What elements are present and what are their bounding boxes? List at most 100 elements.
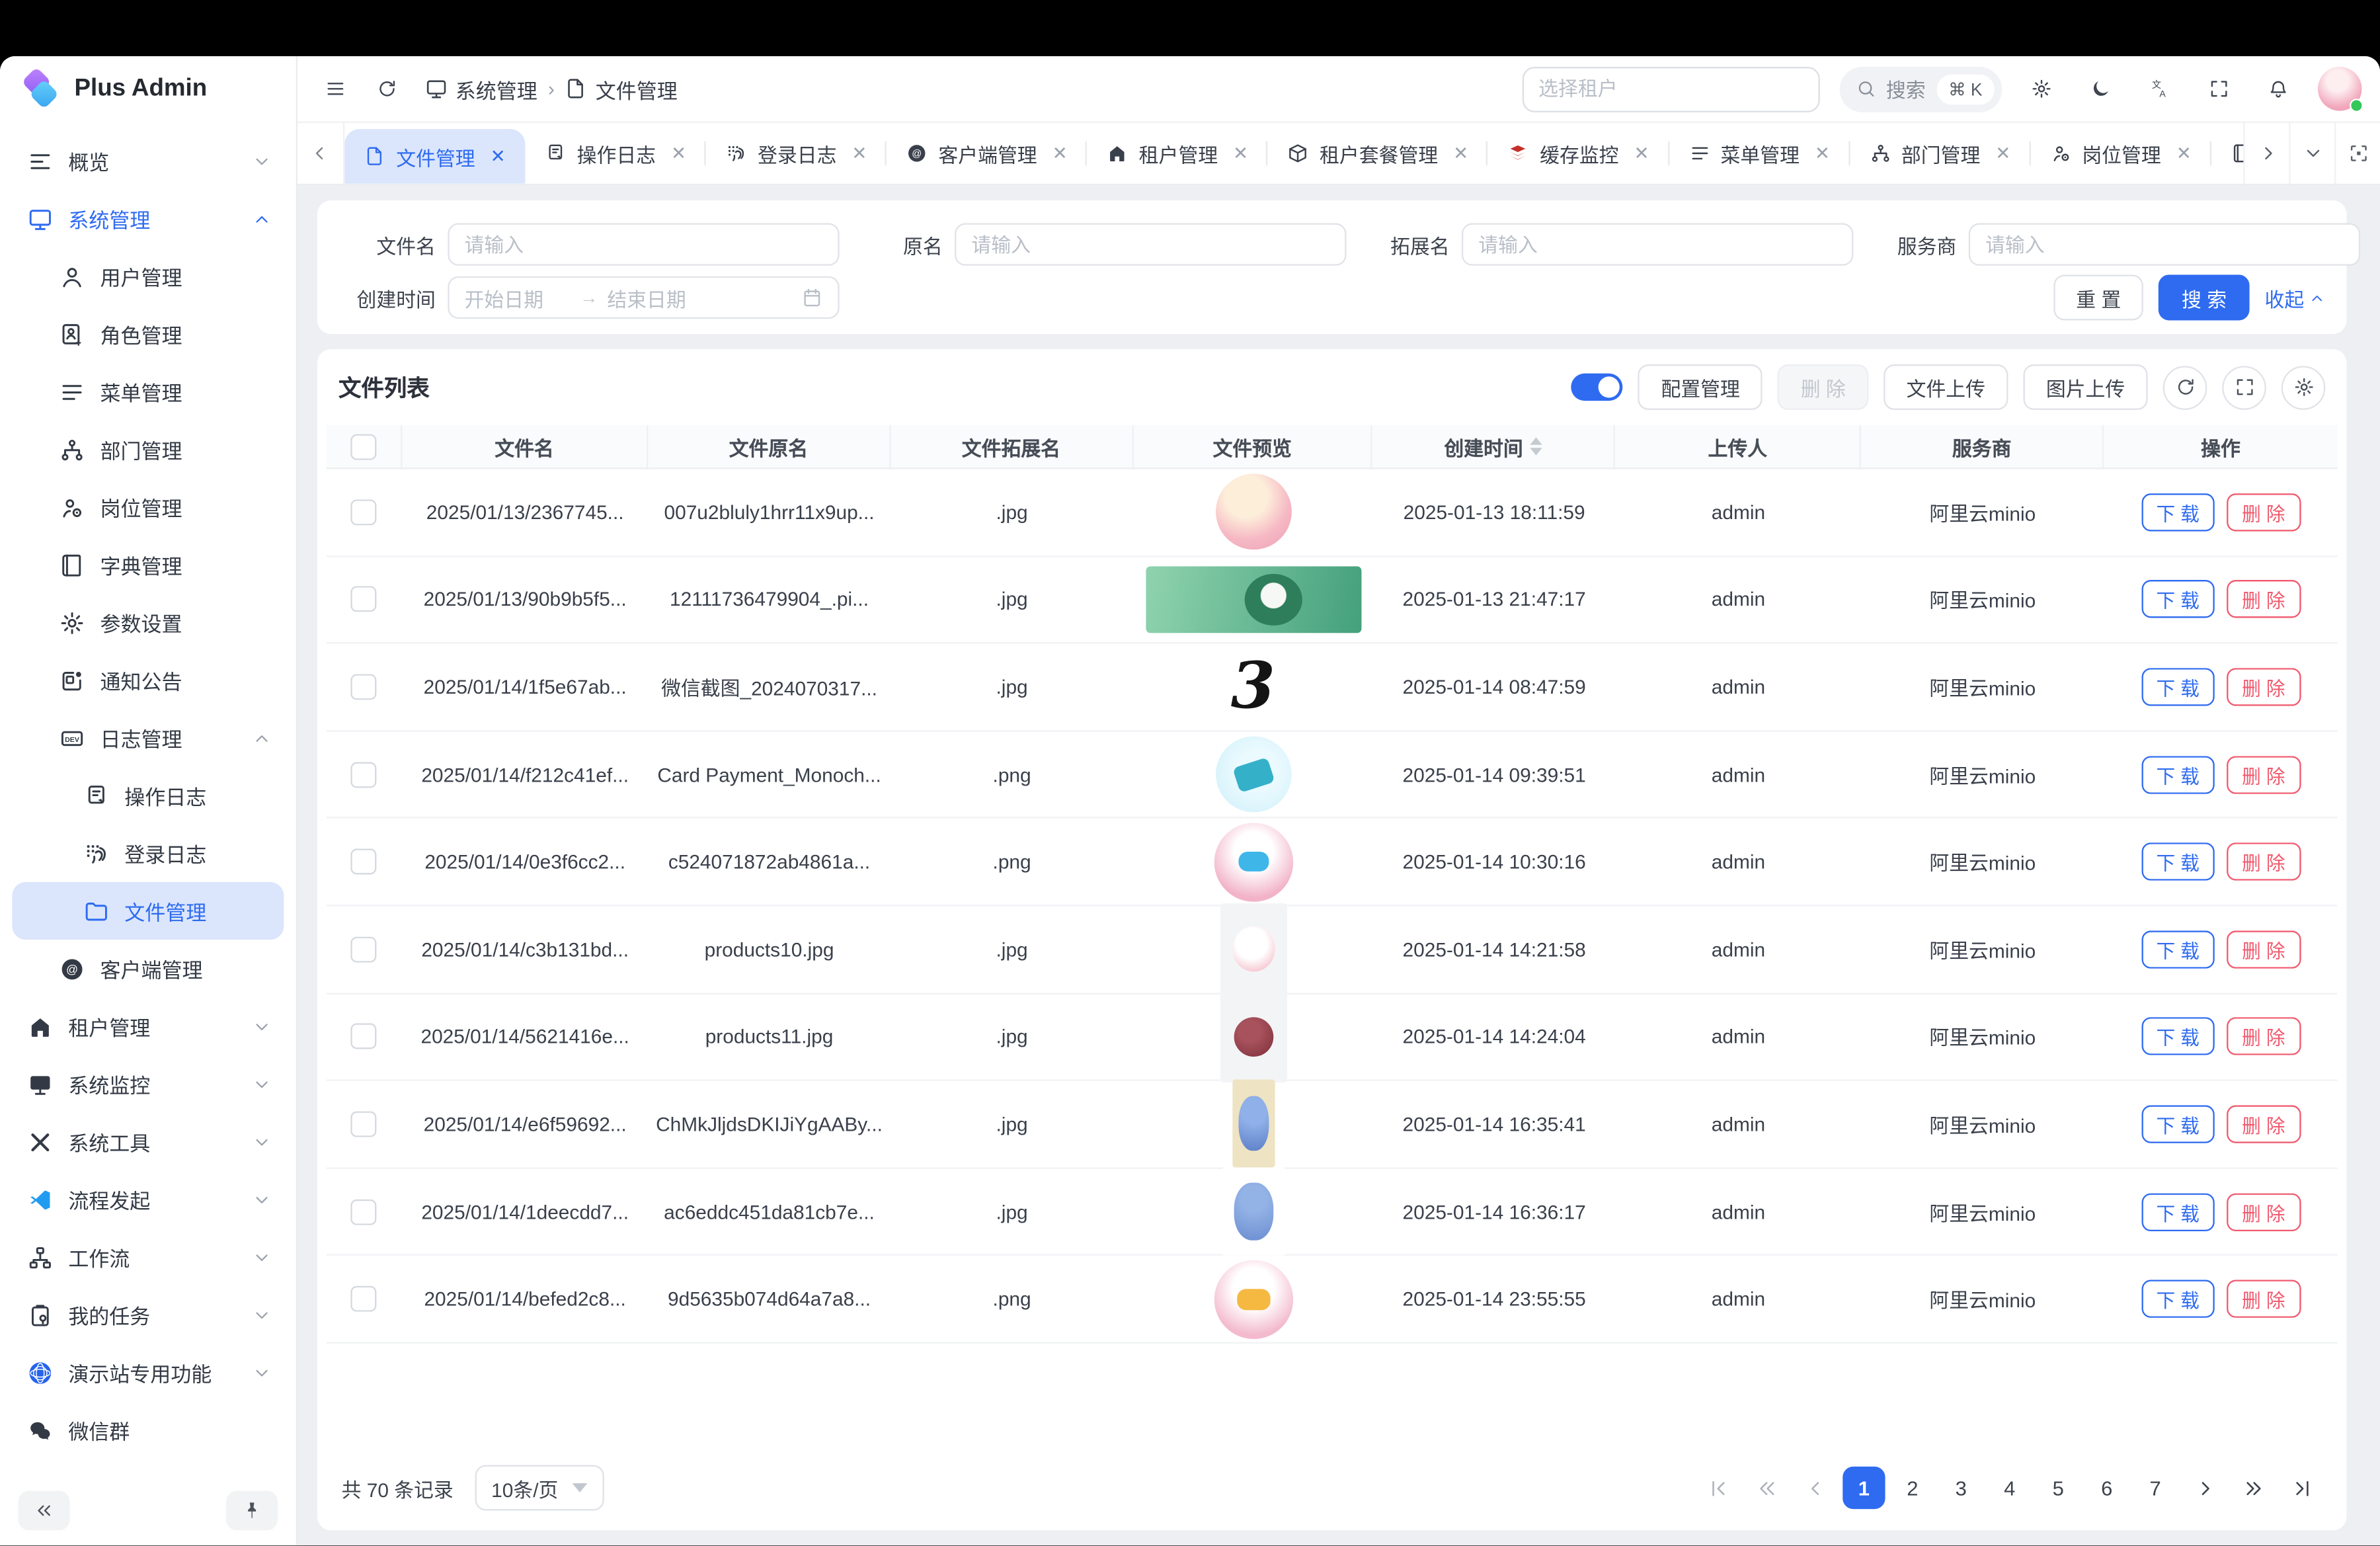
delete-button[interactable]: 删 除 bbox=[2227, 1018, 2300, 1055]
delete-button[interactable]: 删 除 bbox=[2227, 755, 2300, 793]
download-button[interactable]: 下 载 bbox=[2141, 668, 2215, 706]
pagination-page-6[interactable]: 6 bbox=[2086, 1467, 2128, 1509]
sidebar-item-21[interactable]: 演示站专用功能 bbox=[12, 1344, 284, 1401]
delete-button[interactable]: 删 除 bbox=[2227, 1193, 2300, 1231]
download-button[interactable]: 下 载 bbox=[2141, 755, 2215, 793]
row-checkbox[interactable] bbox=[351, 849, 377, 875]
close-icon[interactable]: ✕ bbox=[852, 143, 867, 164]
dark-mode-button[interactable] bbox=[2081, 69, 2121, 108]
fullscreen-button[interactable] bbox=[2200, 69, 2239, 108]
sidebar-item-2[interactable]: 用户管理 bbox=[12, 247, 284, 305]
file-preview-pink-cat-product[interactable] bbox=[1220, 904, 1287, 995]
refresh-table-button[interactable] bbox=[2163, 365, 2207, 409]
sidebar-item-12[interactable]: 登录日志 bbox=[12, 825, 284, 882]
tab-10[interactable]: 字典管理✕ bbox=[2211, 123, 2244, 184]
close-icon[interactable]: ✕ bbox=[1233, 143, 1248, 164]
tab-0[interactable]: 文件管理✕ bbox=[344, 129, 525, 184]
settings-button[interactable] bbox=[2022, 69, 2061, 108]
delete-button[interactable]: 删 除 bbox=[2227, 843, 2300, 881]
sidebar-item-10[interactable]: DEV日志管理 bbox=[12, 709, 284, 766]
breadcrumb-system[interactable]: 系统管理 bbox=[425, 73, 537, 104]
close-icon[interactable]: ✕ bbox=[2176, 143, 2192, 164]
tabs-scroll-left-button[interactable] bbox=[298, 123, 344, 184]
file-preview-black-calligraphy-3[interactable]: 3 bbox=[1207, 649, 1298, 725]
upload-file-button[interactable]: 文件上传 bbox=[1884, 364, 2008, 410]
table-fullscreen-button[interactable] bbox=[2222, 365, 2266, 409]
download-button[interactable]: 下 载 bbox=[2141, 843, 2215, 881]
sidebar-item-22[interactable]: 微信群 bbox=[12, 1401, 284, 1459]
delete-button[interactable]: 删 除 bbox=[2227, 930, 2300, 968]
row-checkbox[interactable] bbox=[351, 499, 377, 525]
sidebar-pin-button[interactable] bbox=[226, 1491, 278, 1531]
close-icon[interactable]: ✕ bbox=[1453, 143, 1468, 164]
tab-9[interactable]: 岗位管理✕ bbox=[2030, 123, 2211, 184]
file-preview-dark-red-ball-product[interactable] bbox=[1220, 991, 1287, 1082]
pagination-last-button[interactable] bbox=[2280, 1467, 2322, 1509]
tab-2[interactable]: 登录日志✕ bbox=[706, 123, 887, 184]
date-range-input[interactable]: 开始日期 → 结束日期 bbox=[448, 276, 839, 319]
brand[interactable]: Plus Admin bbox=[0, 56, 296, 123]
sidebar-item-19[interactable]: 工作流 bbox=[12, 1228, 284, 1285]
refresh-page-button[interactable] bbox=[368, 69, 407, 108]
menu-collapse-button[interactable] bbox=[316, 69, 356, 108]
filter-extension-input[interactable] bbox=[1462, 224, 1853, 266]
tabs-scroll-right-button[interactable] bbox=[2243, 123, 2289, 184]
download-button[interactable]: 下 载 bbox=[2141, 493, 2215, 531]
tab-5[interactable]: 租户套餐管理✕ bbox=[1268, 123, 1488, 184]
row-checkbox[interactable] bbox=[351, 1112, 377, 1137]
download-button[interactable]: 下 载 bbox=[2141, 1280, 2215, 1318]
close-icon[interactable]: ✕ bbox=[1995, 143, 2010, 164]
sidebar-item-9[interactable]: 通知公告 bbox=[12, 651, 284, 709]
row-checkbox[interactable] bbox=[351, 762, 377, 788]
filter-filename-input[interactable] bbox=[448, 224, 839, 266]
close-icon[interactable]: ✕ bbox=[1052, 143, 1068, 164]
pagination-next-jump-button[interactable] bbox=[2231, 1467, 2274, 1509]
tab-4[interactable]: 租户管理✕ bbox=[1088, 123, 1268, 184]
sidebar-item-4[interactable]: 菜单管理 bbox=[12, 363, 284, 421]
pagination-page-3[interactable]: 3 bbox=[1940, 1467, 1982, 1509]
row-checkbox[interactable] bbox=[351, 674, 377, 700]
pagination-page-7[interactable]: 7 bbox=[2134, 1467, 2176, 1509]
pagination-page-1[interactable]: 1 bbox=[1843, 1467, 1885, 1509]
pagination-next-button[interactable] bbox=[2183, 1467, 2225, 1509]
pagination-prev-button[interactable] bbox=[1794, 1467, 1837, 1509]
download-button[interactable]: 下 载 bbox=[2141, 1105, 2215, 1143]
sidebar-item-8[interactable]: 参数设置 bbox=[12, 594, 284, 651]
sidebar-collapse-button[interactable] bbox=[19, 1491, 70, 1531]
row-checkbox[interactable] bbox=[351, 587, 377, 612]
sidebar-item-5[interactable]: 部门管理 bbox=[12, 421, 284, 478]
download-button[interactable]: 下 载 bbox=[2141, 1018, 2215, 1055]
sidebar-item-13[interactable]: 文件管理 bbox=[12, 882, 284, 940]
filter-original-name-input[interactable] bbox=[955, 224, 1346, 266]
pagination-first-button[interactable] bbox=[1697, 1467, 1739, 1509]
file-preview-pink-bunny-avatar[interactable] bbox=[1215, 474, 1291, 550]
file-preview-stitch-figure-2[interactable] bbox=[1221, 1168, 1285, 1256]
sidebar-item-16[interactable]: 系统监控 bbox=[12, 1055, 284, 1113]
delete-button[interactable]: 删 除 bbox=[2227, 581, 2300, 618]
avatar[interactable] bbox=[2318, 67, 2362, 111]
delete-button[interactable]: 删 除 bbox=[2227, 668, 2300, 706]
table-mode-toggle[interactable] bbox=[1571, 374, 1623, 401]
pagination-page-5[interactable]: 5 bbox=[2037, 1467, 2079, 1509]
sidebar-item-18[interactable]: 流程发起 bbox=[12, 1170, 284, 1228]
config-management-button[interactable]: 配置管理 bbox=[1638, 364, 1763, 410]
reset-button[interactable]: 重 置 bbox=[2053, 275, 2144, 321]
language-button[interactable]: 文A bbox=[2140, 69, 2180, 108]
search-button[interactable]: 搜 索 bbox=[2159, 275, 2250, 321]
sidebar-item-17[interactable]: 系统工具 bbox=[12, 1113, 284, 1170]
close-icon[interactable]: ✕ bbox=[1634, 143, 1649, 164]
row-checkbox[interactable] bbox=[351, 1286, 377, 1312]
filter-provider-input[interactable] bbox=[1969, 224, 2360, 266]
tenant-select-input[interactable] bbox=[1522, 66, 1819, 112]
file-preview-card-payment-illustration[interactable] bbox=[1215, 737, 1291, 813]
sidebar-item-1[interactable]: 系统管理 bbox=[12, 190, 284, 247]
sidebar-item-20[interactable]: 我的任务 bbox=[12, 1286, 284, 1344]
row-checkbox[interactable] bbox=[351, 936, 377, 962]
file-preview-green-illustration-banner[interactable] bbox=[1145, 566, 1361, 633]
sidebar-item-7[interactable]: 字典管理 bbox=[12, 536, 284, 593]
sort-carets-icon[interactable] bbox=[1530, 437, 1542, 456]
sidebar-item-6[interactable]: 岗位管理 bbox=[12, 478, 284, 536]
breadcrumb-file-management[interactable]: 文件管理 bbox=[565, 73, 678, 104]
close-icon[interactable]: ✕ bbox=[491, 145, 506, 167]
notifications-button[interactable] bbox=[2258, 69, 2298, 108]
